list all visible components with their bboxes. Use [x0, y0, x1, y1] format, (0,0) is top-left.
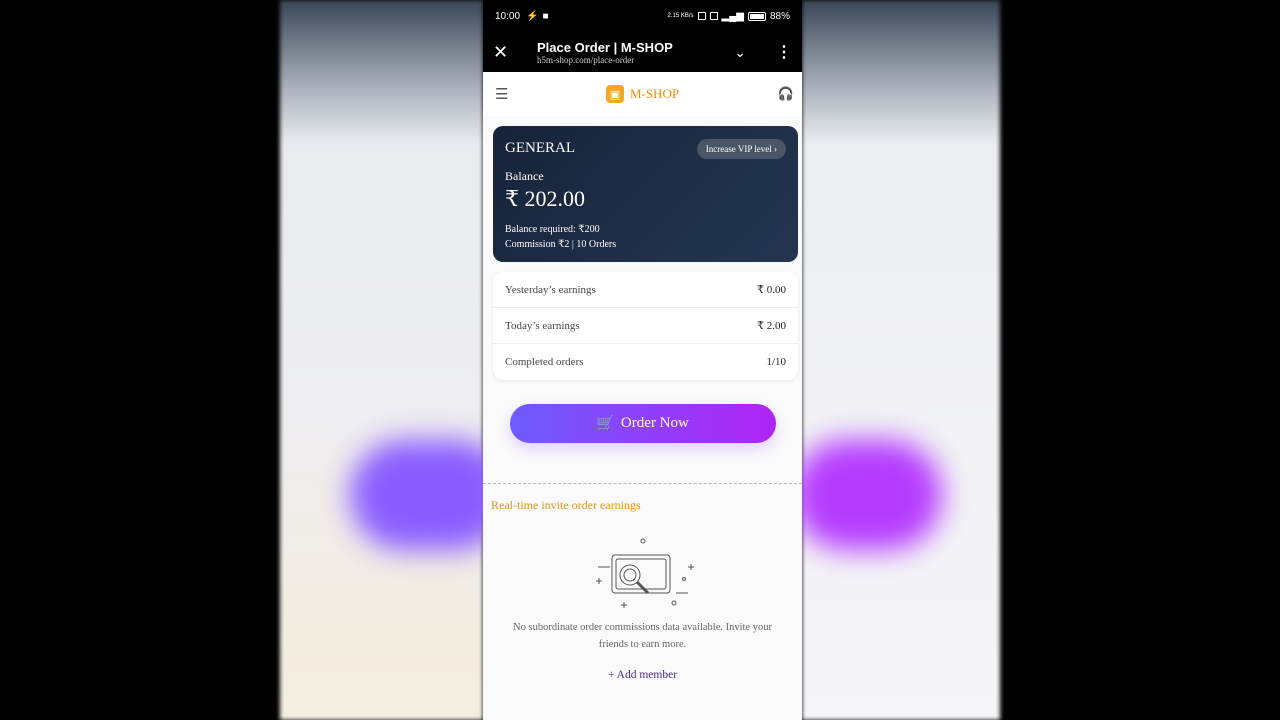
sim-icon — [709, 12, 718, 20]
browser-url[interactable]: h5m-shop.com/place-order — [537, 55, 734, 65]
shopping-bag-icon: ▣ — [605, 85, 624, 103]
order-now-button[interactable]: 🛒 Order Now — [509, 404, 776, 443]
stat-value: 1/10 — [766, 356, 786, 368]
add-member-link[interactable]: + Add member — [483, 669, 802, 681]
cart-icon: 🛒 — [596, 416, 615, 432]
camera-icon: ■ — [542, 10, 549, 22]
close-icon[interactable]: ✕ — [493, 42, 517, 63]
more-options-icon[interactable]: ⋮ — [776, 42, 792, 62]
battery-icon — [747, 11, 766, 21]
headset-support-icon[interactable]: 🎧 — [778, 86, 794, 102]
wifi-icon — [697, 12, 706, 20]
phone-screen: 10:00 ⚡ ■ 2.15 KB/s ▂▄▆ 88% ✕ Place Orde… — [483, 0, 802, 720]
browser-page-title: Place Order | M-SHOP — [537, 39, 673, 55]
empty-state-illustration — [483, 537, 802, 609]
stat-value: ₹ 2.00 — [757, 320, 786, 332]
balance-value: ₹ 202.00 — [505, 186, 585, 211]
stat-value: ₹ 0.00 — [757, 284, 786, 296]
blurred-background-right — [792, 0, 1000, 720]
network-speed: 2.15 KB/s — [667, 13, 694, 19]
flash-icon: ⚡ — [526, 10, 539, 22]
empty-state-message: No subordinate order commissions data av… — [513, 622, 772, 650]
hamburger-menu-icon[interactable]: ☰ — [495, 85, 508, 104]
earnings-stats: Yesterday’s earnings ₹ 0.00 Today’s earn… — [493, 272, 798, 380]
stat-row: Yesterday’s earnings ₹ 0.00 — [493, 272, 798, 308]
status-bar: 10:00 ⚡ ■ 2.15 KB/s ▂▄▆ 88% — [483, 0, 802, 32]
stat-row: Today’s earnings ₹ 2.00 — [493, 308, 798, 344]
chevron-down-icon[interactable]: ⌄ — [734, 44, 746, 61]
app-name: M-SHOP — [629, 86, 680, 101]
status-time: 10:00 — [495, 10, 521, 22]
stat-row: Completed orders 1/10 — [493, 344, 798, 380]
stat-label: Completed orders — [505, 356, 584, 368]
battery-percent: 88% — [769, 10, 790, 22]
empty-search-icon — [595, 538, 694, 608]
balance-label: Balance — [505, 169, 544, 183]
increase-vip-label: Increase VIP level — [705, 144, 772, 154]
order-now-label: Order Now — [620, 415, 689, 431]
balance-card: GENERAL Increase VIP level › Balance ₹ 2… — [493, 126, 798, 262]
browser-toolbar: ✕ Place Order | M-SHOP h5m-shop.com/plac… — [483, 32, 802, 72]
invite-section-title: Real-time invite order earnings — [491, 498, 641, 512]
increase-vip-button[interactable]: Increase VIP level › — [696, 139, 786, 159]
commission-info: Commission ₹2 | 10 Orders — [505, 239, 617, 250]
signal-icon: ▂▄▆ — [721, 10, 744, 22]
stat-label: Yesterday’s earnings — [505, 283, 596, 296]
stat-label: Today’s earnings — [505, 319, 580, 332]
blurred-background-left — [280, 0, 510, 720]
app-logo: ▣ M-SHOP — [605, 85, 680, 103]
section-divider — [483, 483, 802, 484]
app-header: ☰ ▣ M-SHOP 🎧 — [483, 72, 802, 116]
balance-required: Balance required: ₹200 — [505, 224, 600, 235]
chevron-right-icon: › — [774, 144, 777, 154]
